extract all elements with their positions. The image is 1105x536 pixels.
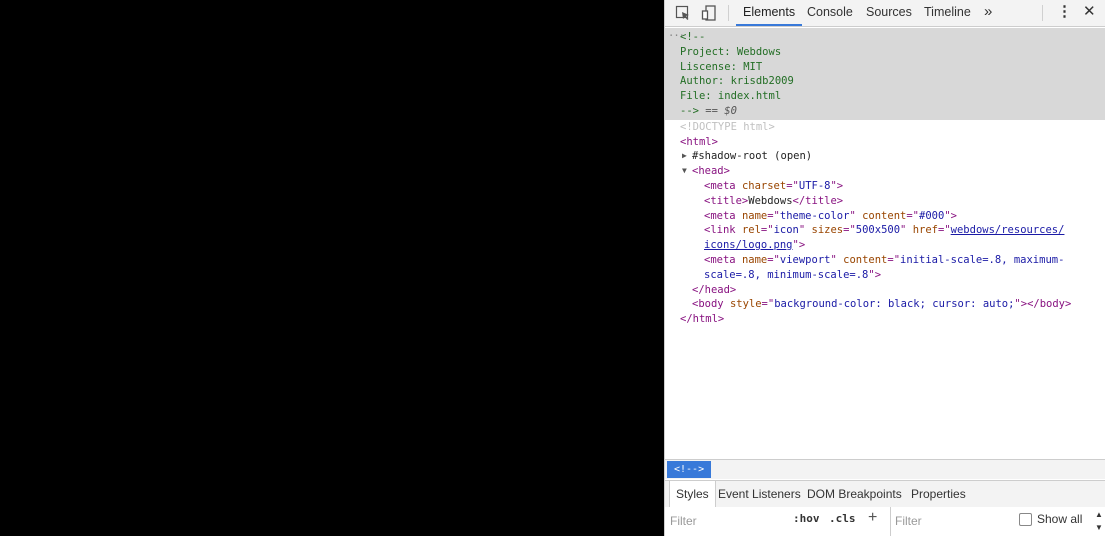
hov-toggle[interactable]: :hov	[793, 512, 820, 525]
styles-filter-input[interactable]	[666, 511, 784, 531]
comment-line: Project: Webdows	[680, 45, 782, 58]
attr-value: initial-scale=.8, maximum-	[900, 253, 1065, 266]
selected-comment-node[interactable]: ··· <!-- Project: Webdows Liscense: MIT …	[665, 28, 1105, 120]
comment-open: <!--	[680, 31, 706, 43]
toolbar-divider	[728, 5, 729, 21]
tab-styles[interactable]: Styles	[669, 481, 716, 507]
attr-value: background-color: black; cursor: auto;	[774, 298, 1015, 311]
meta-viewport-node[interactable]: <meta name="viewport" content="initial-s…	[665, 253, 1105, 268]
tab-timeline[interactable]: Timeline	[917, 0, 978, 26]
styles-filter-row: :hov .cls + Show all ▲ ▼	[665, 507, 1105, 536]
attr-value: #000	[919, 209, 945, 222]
shadow-root-label: #shadow-root (open)	[692, 150, 813, 163]
scrollbar[interactable]: ▲ ▼	[1093, 507, 1105, 536]
close-icon[interactable]: ✕	[1083, 0, 1096, 26]
title-node[interactable]: <title>Webdows</title>	[665, 194, 1105, 209]
comment-line: Author: krisdb2009	[680, 75, 794, 88]
link-icon-node-cont[interactable]: icons/logo.png">	[665, 238, 1105, 253]
tab-event-listeners[interactable]: Event Listeners	[718, 481, 801, 507]
styles-tabbar: Styles Event Listeners DOM Breakpoints P…	[665, 480, 1105, 508]
inspect-element-icon[interactable]	[674, 4, 692, 22]
comment-line: Liscense: MIT	[680, 60, 763, 73]
devtools-tabbar: Elements Console Sources Timeline » ⋮ ✕	[665, 0, 1105, 27]
head-open-label: <head>	[692, 165, 730, 178]
expand-arrow-icon[interactable]: ▶	[682, 149, 687, 164]
doctype-node[interactable]: <!DOCTYPE html>	[665, 120, 1105, 135]
page-viewport	[0, 0, 664, 536]
attr-name: charset	[741, 179, 787, 192]
show-all-label: Show all	[1037, 512, 1083, 526]
title-text: Webdows	[748, 194, 793, 207]
href-link[interactable]: webdows/resources/	[951, 224, 1065, 236]
head-close-tag[interactable]: </head>	[665, 283, 1105, 298]
comment-line: File: index.html	[680, 90, 782, 103]
attr-value: UTF-8	[798, 179, 831, 192]
node-menu-dots[interactable]: ···	[668, 29, 685, 44]
tab-dom-breakpoints[interactable]: DOM Breakpoints	[807, 481, 902, 507]
attr-value: scale=.8, minimum-scale=.8	[704, 268, 869, 281]
attr-value: viewport	[779, 253, 831, 266]
shadow-root-node[interactable]: ▶ #shadow-root (open)	[665, 149, 1105, 164]
kebab-menu-icon[interactable]: ⋮	[1057, 0, 1072, 26]
head-open-tag[interactable]: ▼ <head>	[665, 164, 1105, 179]
body-node[interactable]: <body style="background-color: black; cu…	[665, 297, 1105, 312]
selected-marker: == $0	[698, 104, 737, 117]
comment-close: -->	[680, 104, 699, 117]
meta-theme-node[interactable]: <meta name="theme-color" content="#000">	[665, 209, 1105, 224]
tag-name: meta	[710, 179, 736, 192]
attr-value: 500x500	[855, 224, 901, 237]
dom-tree: ··· <!-- Project: Webdows Liscense: MIT …	[665, 28, 1105, 458]
href-link[interactable]: icons/logo.png	[704, 239, 793, 251]
devtools-panel: Elements Console Sources Timeline » ⋮ ✕ …	[664, 0, 1105, 536]
scroll-down-icon[interactable]: ▼	[1095, 523, 1103, 532]
collapse-arrow-icon[interactable]: ▼	[682, 164, 687, 179]
tab-properties[interactable]: Properties	[911, 481, 966, 507]
attr-value: theme-color	[779, 209, 850, 222]
breadcrumb: <!-->	[665, 459, 1105, 479]
computed-filter-input[interactable]	[891, 511, 1009, 531]
add-rule-icon[interactable]: +	[868, 509, 877, 527]
scroll-up-icon[interactable]: ▲	[1095, 510, 1103, 519]
tab-sources[interactable]: Sources	[859, 0, 919, 26]
html-close-tag[interactable]: </html>	[665, 312, 1105, 327]
tab-console[interactable]: Console	[800, 0, 860, 26]
html-open-tag[interactable]: <html>	[665, 135, 1105, 150]
meta-viewport-node-cont[interactable]: scale=.8, minimum-scale=.8">	[665, 268, 1105, 283]
attr-value: icon	[773, 224, 799, 237]
breadcrumb-item[interactable]: <!-->	[667, 461, 712, 478]
toolbar-divider-2	[1042, 5, 1043, 21]
link-icon-node[interactable]: <link rel="icon" sizes="500x500" href="w…	[665, 223, 1105, 238]
show-all-checkbox[interactable]	[1019, 513, 1032, 526]
cls-toggle[interactable]: .cls	[829, 512, 856, 525]
meta-charset-node[interactable]: <meta charset="UTF-8">	[665, 179, 1105, 194]
device-toolbar-icon[interactable]	[700, 4, 718, 22]
more-tabs-button[interactable]: »	[984, 0, 992, 26]
tab-elements[interactable]: Elements	[736, 0, 803, 26]
